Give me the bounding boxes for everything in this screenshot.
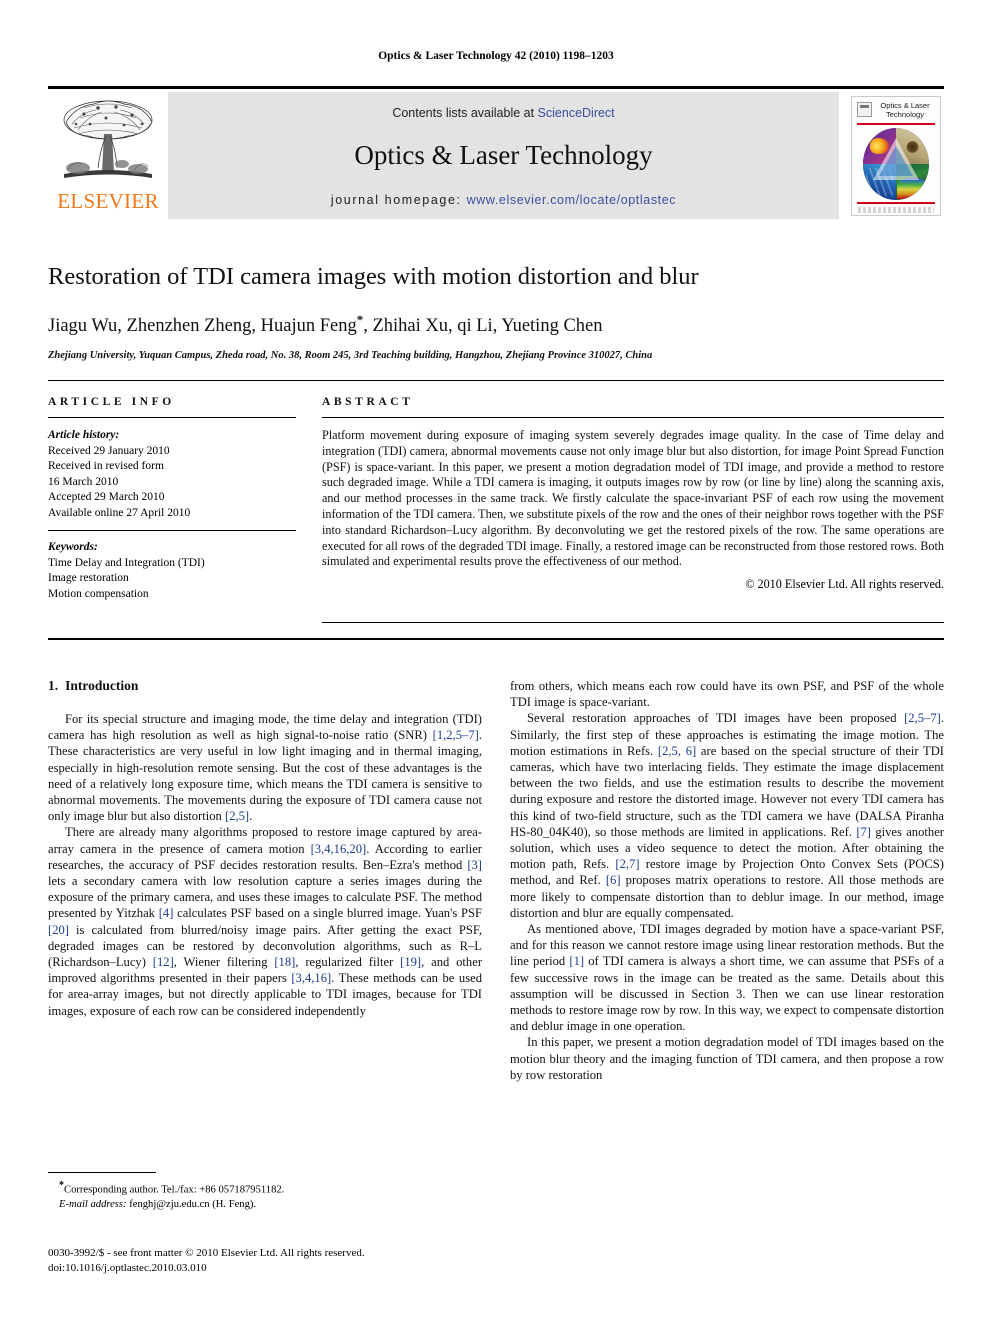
issn-front-matter-line: 0030-3992/$ - see front matter © 2010 El… <box>48 1247 365 1259</box>
keywords-label: Keywords: <box>48 541 98 553</box>
body-paragraph: from others, which means each row could … <box>510 678 944 710</box>
article-history-label: Article history: <box>48 429 120 441</box>
body-paragraph: In this paper, we present a motion degra… <box>510 1034 944 1083</box>
body-text-run: from others, which means each row could … <box>510 679 944 710</box>
page-title: Restoration of TDI camera images with mo… <box>48 263 699 290</box>
history-item: Received in revised form <box>48 460 164 472</box>
authors-main: Jiagu Wu, Zhenzhen Zheng, Huajun Feng <box>48 316 357 337</box>
doi-line[interactable]: doi:10.1016/j.optlastec.2010.03.010 <box>48 1261 648 1276</box>
section-number: 1. <box>48 678 59 693</box>
homepage-url-link[interactable]: www.elsevier.com/locate/optlastec <box>467 193 676 207</box>
body-text-run: In this paper, we present a motion degra… <box>510 1035 944 1082</box>
sciencedirect-link[interactable]: ScienceDirect <box>538 106 615 120</box>
cover-journal-title: Optics & Laser Technology <box>880 101 930 119</box>
article-page: Optics & Laser Technology 42 (2010) 1198… <box>0 0 992 1323</box>
article-info-heading: ARTICLE INFO <box>48 396 175 408</box>
citation-reference-link[interactable]: [7] <box>856 825 871 839</box>
masthead-content-band: Contents lists available at ScienceDirec… <box>168 92 839 219</box>
citation-reference-link[interactable]: [2,5] <box>225 809 249 823</box>
email-note: E-mail address: fenghj@zju.edu.cn (H. Fe… <box>48 1198 482 1212</box>
citation-reference-link[interactable]: [1] <box>569 954 584 968</box>
history-item: Received 29 January 2010 <box>48 444 170 457</box>
citation-reference-link[interactable]: [2,5, 6] <box>658 744 696 758</box>
citation-reference-link[interactable]: [3] <box>467 858 482 872</box>
keywords-divider <box>48 530 296 531</box>
running-head: Optics & Laser Technology 42 (2010) 1198… <box>378 50 614 62</box>
author-list: Jiagu Wu, Zhenzhen Zheng, Huajun Feng*, … <box>48 308 944 338</box>
contents-lists-line: Contents lists available at ScienceDirec… <box>168 106 839 120</box>
body-paragraph: As mentioned above, TDI images degraded … <box>510 921 944 1034</box>
citation-reference-link[interactable]: [3,4,16] <box>291 971 331 985</box>
body-text-run: . These characteristics are very useful … <box>48 728 482 824</box>
article-info-column: ARTICLE INFO Article history: Received 2… <box>48 396 296 602</box>
affiliation: Zhejiang University, Yuquan Campus, Zhed… <box>48 350 653 362</box>
citation-reference-link[interactable]: [6] <box>606 873 621 887</box>
abstract-heading: ABSTRACT <box>322 396 414 408</box>
citation-reference-link[interactable]: [12] <box>153 955 174 969</box>
cover-footer-strip <box>858 207 934 213</box>
elsevier-wordmark: ELSEVIER <box>57 189 159 213</box>
email-label: E-mail address: <box>59 1198 127 1210</box>
info-rule-bottom <box>48 638 944 640</box>
body-column-right: from others, which means each row could … <box>510 678 944 1083</box>
body-text-run: , Wiener filtering <box>173 955 275 970</box>
citation-reference-link[interactable]: [1,2,5–7] <box>433 728 479 742</box>
citation-reference-link[interactable]: [4] <box>159 906 174 920</box>
section-title: Introduction <box>65 678 139 693</box>
journal-masthead: ELSEVIER Contents lists available at Sci… <box>48 86 944 219</box>
citation-reference-link[interactable]: [3,4,16,20] <box>311 842 367 856</box>
keyword-item: Time Delay and Integration (TDI) <box>48 556 205 569</box>
abstract-rule-bottom <box>322 622 944 623</box>
elsevier-logo: ELSEVIER <box>48 92 168 219</box>
body-text-run: , regularized filter <box>295 955 401 970</box>
footnote-block: *Corresponding author. Tel./fax: +86 057… <box>48 1172 482 1212</box>
body-paragraph: Several restoration approaches of TDI im… <box>510 710 944 921</box>
footnote-rule <box>48 1172 156 1173</box>
citation-reference-link[interactable]: [2,5–7] <box>904 711 941 725</box>
history-item: 16 March 2010 <box>48 475 119 488</box>
citation-reference-link[interactable]: [19] <box>400 955 421 969</box>
body-text-run: Several restoration approaches of TDI im… <box>527 711 905 726</box>
citation-reference-link[interactable]: [18] <box>274 955 295 969</box>
colophon: 0030-3992/$ - see front matter © 2010 El… <box>48 1246 648 1275</box>
email-address[interactable]: fenghj@zju.edu.cn (H. Feng). <box>127 1199 256 1210</box>
authors-tail: , Zhihai Xu, qi Li, Yueting Chen <box>363 316 603 337</box>
journal-cover-thumbnail: Optics & Laser Technology <box>839 92 944 219</box>
article-info-rule <box>48 417 296 418</box>
abstract-copyright: © 2010 Elsevier Ltd. All rights reserved… <box>745 577 944 592</box>
body-paragraph: For its special structure and imaging mo… <box>48 711 482 824</box>
cover-rule-bottom <box>857 202 935 204</box>
abstract-text: Platform movement during exposure of ima… <box>322 428 944 569</box>
journal-title: Optics & Laser Technology <box>354 140 653 170</box>
abstract-rule <box>322 417 944 418</box>
section-heading-introduction: 1. Introduction <box>48 678 482 694</box>
history-item: Available online 27 April 2010 <box>48 506 191 519</box>
body-paragraph: There are already many algorithms propos… <box>48 824 482 1018</box>
citation-reference-link[interactable]: [2,7] <box>615 857 639 871</box>
contents-prefix: Contents lists available at <box>392 106 538 120</box>
body-column-left: 1. Introduction For its special structure… <box>48 678 482 1019</box>
citation-reference-link[interactable]: [20] <box>48 923 69 937</box>
journal-homepage-line: journal homepage: www.elsevier.com/locat… <box>168 193 839 207</box>
body-text-run: . <box>249 809 253 824</box>
abstract-column: ABSTRACT Platform movement during exposu… <box>322 396 944 593</box>
cover-artwork-icon <box>863 128 929 200</box>
corresponding-author-note: *Corresponding author. Tel./fax: +86 057… <box>48 1179 482 1198</box>
history-item: Accepted 29 March 2010 <box>48 491 165 503</box>
body-text-run: For its special structure and imaging mo… <box>48 712 482 743</box>
info-rule-top <box>48 380 944 381</box>
body-text-run: calculates PSF based on a single blurred… <box>173 906 483 921</box>
title-block: Restoration of TDI camera images with mo… <box>48 262 944 363</box>
cover-publisher-badge-icon <box>857 102 872 117</box>
keyword-item: Motion compensation <box>48 587 149 600</box>
elsevier-tree-icon <box>63 100 153 178</box>
corresponding-author-text: Corresponding author. Tel./fax: +86 0571… <box>64 1184 285 1196</box>
homepage-label: journal homepage: <box>330 193 467 207</box>
cover-rule-top <box>857 123 935 125</box>
keyword-item: Image restoration <box>48 572 129 584</box>
